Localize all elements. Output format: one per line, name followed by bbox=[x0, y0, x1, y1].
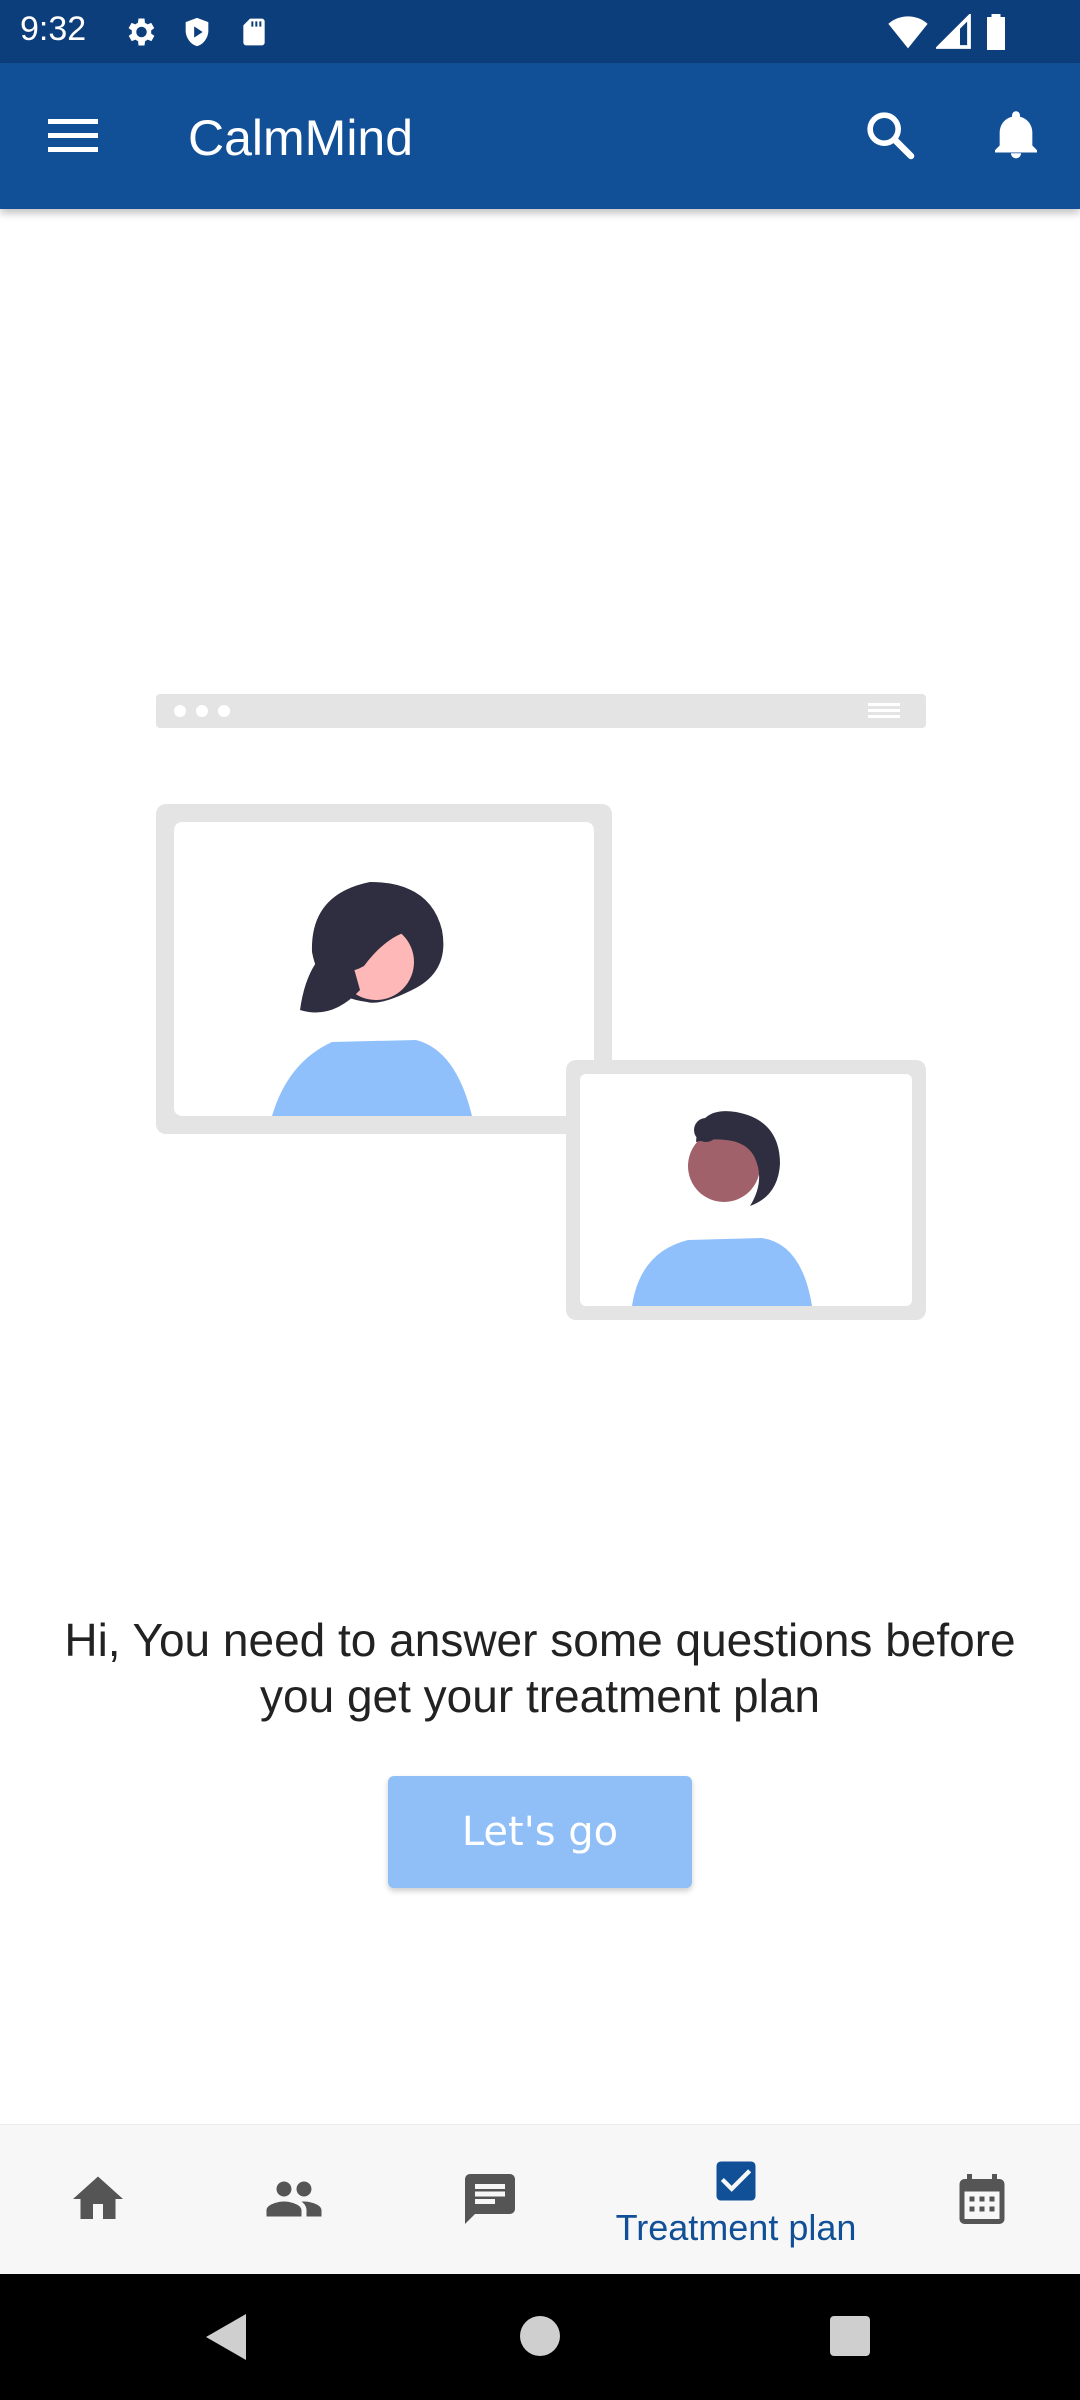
browser-bar bbox=[156, 694, 926, 728]
onboarding-message: Hi, You need to answer some questions be… bbox=[64, 1614, 1016, 1722]
notification-bell-icon[interactable] bbox=[988, 105, 1044, 165]
chat-icon bbox=[465, 2174, 515, 2224]
video-call-illustration bbox=[156, 694, 926, 1320]
cell-signal-icon bbox=[936, 14, 971, 49]
app-bar: CalmMind bbox=[0, 63, 1080, 209]
battery-icon bbox=[987, 14, 1005, 50]
people-icon bbox=[266, 2181, 322, 2217]
shield-icon bbox=[185, 17, 209, 47]
home-button-icon[interactable] bbox=[520, 2316, 560, 2356]
app-title: CalmMind bbox=[188, 110, 414, 166]
checkbox-icon bbox=[716, 2161, 756, 2201]
search-icon[interactable] bbox=[862, 107, 918, 163]
nav-label-treatment-plan: Treatment plan bbox=[615, 2207, 857, 2248]
calendar-icon bbox=[959, 2174, 1005, 2224]
home-icon bbox=[73, 2176, 123, 2219]
wifi-icon bbox=[888, 16, 928, 49]
back-icon[interactable] bbox=[206, 2314, 246, 2360]
sd-card-icon bbox=[243, 18, 265, 46]
recents-icon[interactable] bbox=[830, 2316, 870, 2356]
menu-icon[interactable] bbox=[46, 115, 100, 157]
status-bar: 9:32 bbox=[0, 0, 1080, 63]
lets-go-button[interactable]: Let's go bbox=[388, 1776, 692, 1888]
status-time: 9:32 bbox=[20, 10, 87, 48]
system-navigation-bar bbox=[0, 2274, 1080, 2400]
settings-icon bbox=[128, 18, 155, 46]
bottom-navigation: Treatment plan bbox=[0, 2124, 1080, 2275]
